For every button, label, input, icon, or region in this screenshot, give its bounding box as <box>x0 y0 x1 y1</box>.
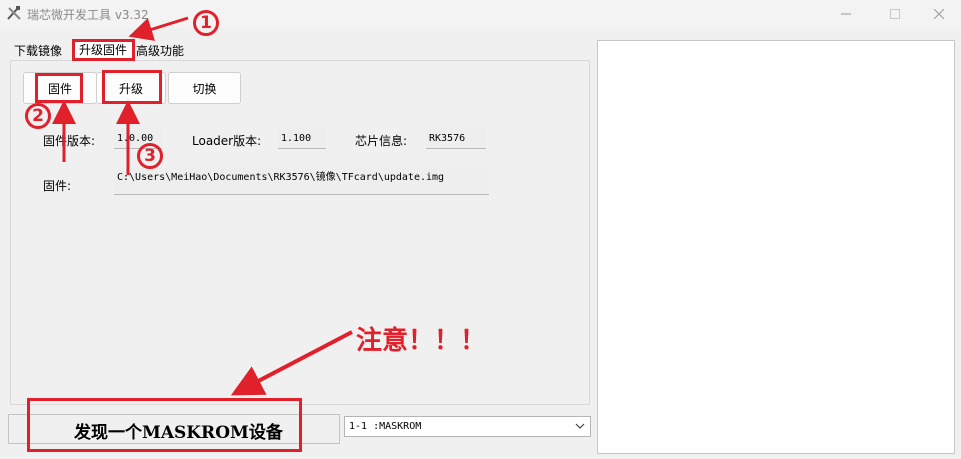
warning-text: 注意！！！ <box>356 326 487 356</box>
arrow-warning <box>230 330 353 396</box>
step-2-marker: 2 <box>25 103 51 129</box>
app-window: 瑞芯微开发工具 v3.32 下载镜像 升级固件 高级功能 固件 升级 切换 固件… <box>0 0 961 459</box>
annotation-arrows <box>52 16 353 396</box>
step-3-marker: 3 <box>137 143 163 169</box>
step-1-marker: 1 <box>193 10 219 36</box>
arrow-step1 <box>128 16 189 41</box>
